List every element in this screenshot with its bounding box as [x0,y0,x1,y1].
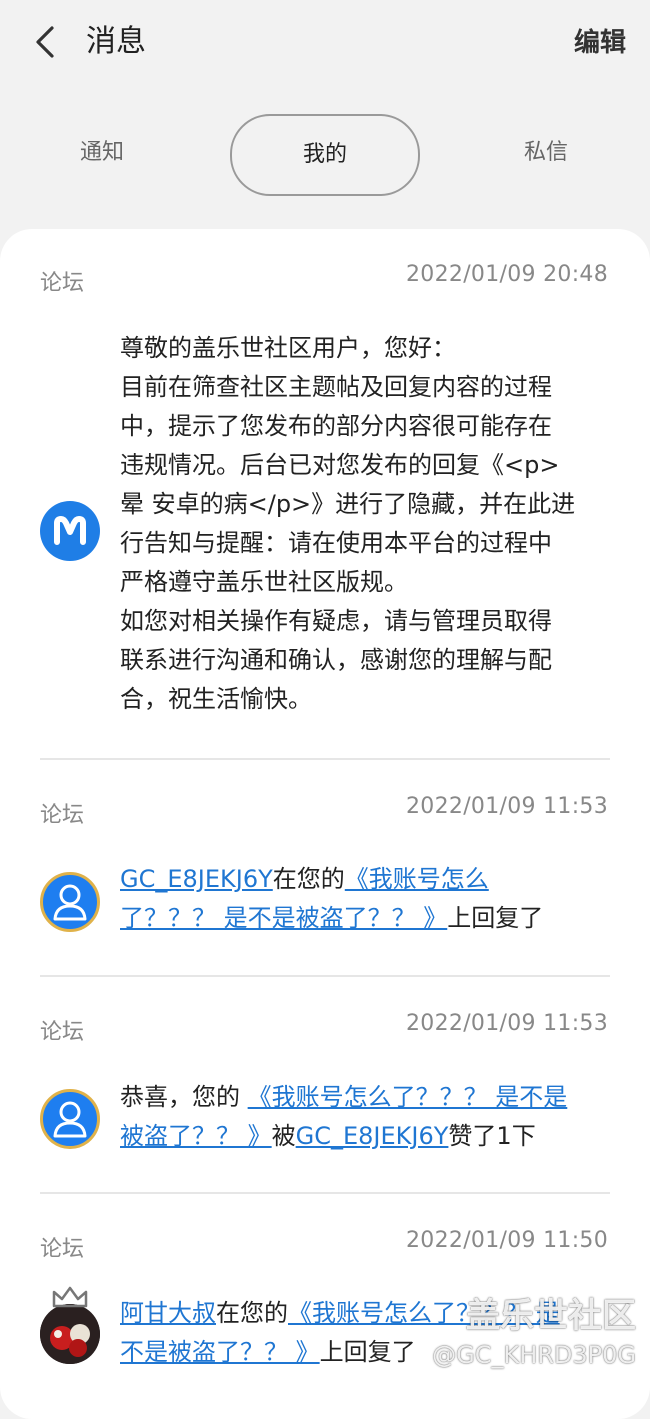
user-avatar-icon[interactable] [40,872,100,932]
crown-icon [52,1286,88,1308]
message-body: GC_E8JEKJ6Y在您的《我账号怎么 了？？？ 是不是被盗了？？ 》上回复了 [120,860,610,938]
message-time: 2022/01/09 11:53 [406,794,608,819]
message-text: 上回复了 [447,904,544,932]
post-link[interactable]: 《我账号怎么了？？？ 是不是 [248,1083,568,1111]
message-line: 合，祝生活愉快。 [120,685,312,713]
message-time: 2022/01/09 11:53 [406,1011,608,1036]
message-line: 了？？？ 是不是被盗了？？ 》上回复了 [120,899,610,938]
watermark-user: @GC_KHRD3P0G [432,1341,636,1369]
message-line: GC_E8JEKJ6Y在您的《我账号怎么 [120,860,610,899]
message-line: 中，提示了您发布的部分内容很可能存在 [120,412,552,440]
message-text: 恭喜，您的 [120,1083,248,1111]
back-button[interactable] [28,22,68,62]
message-line: 目前在筛查社区主题帖及回复内容的过程 [120,373,552,401]
tab-bar: 通知 我的 私信 [0,114,650,196]
m-logo-icon [40,501,100,561]
tab-private-messages[interactable]: 私信 [486,114,606,192]
post-link[interactable]: 被盗了？？ 》 [120,1122,272,1150]
post-link[interactable]: 《我账号怎么 [345,865,489,893]
message-source: 论坛 [40,1237,85,1262]
message-line: 违规情况。后台已对您发布的回复《<p> [120,451,560,479]
list-item[interactable]: 论坛 2022/01/09 11:53 GC_E8JEKJ6Y在您的《我账号怎么… [0,760,650,975]
message-line: 尊敬的盖乐世社区用户，您好： [120,334,456,362]
tab-mine[interactable]: 我的 [230,114,420,196]
post-link[interactable]: 不是被盗了？？ 》 [120,1338,320,1366]
message-source: 论坛 [40,1020,85,1045]
message-time: 2022/01/09 20:48 [406,262,608,287]
message-line: 联系进行沟通和确认，感谢您的理解与配 [120,646,552,674]
message-source: 论坛 [40,803,85,828]
message-text: 在您的 [272,865,345,893]
watermark: 盖乐世社区 @GC_KHRD3P0G [432,1294,636,1372]
message-line: 行告知与提醒：请在使用本平台的过程中 [120,529,552,557]
message-line: 被盗了？？ 》被GC_E8JEKJ6Y赞了1下 [120,1117,610,1156]
tab-notifications[interactable]: 通知 [42,114,162,192]
chevron-left-icon [36,26,54,58]
list-item[interactable]: 论坛 2022/01/09 11:53 恭喜，您的 《我账号怎么了？？？ 是不是… [0,977,650,1192]
message-source: 论坛 [40,271,85,296]
message-line: 晕 安卓的病</p>》进行了隐藏，并在此进 [120,490,576,518]
post-link[interactable]: 了？？？ 是不是被盗了？？ 》 [120,904,447,932]
user-link[interactable]: GC_E8JEKJ6Y [120,865,273,893]
message-list: 论坛 2022/01/09 20:48 尊敬的盖乐世社区用户，您好： 目前在筛查… [0,229,650,1419]
message-text: 在您的 [216,1299,288,1327]
message-time: 2022/01/09 11:50 [406,1228,608,1253]
photo-avatar[interactable] [40,1304,100,1364]
list-item[interactable]: 论坛 2022/01/09 20:48 尊敬的盖乐世社区用户，您好： 目前在筛查… [0,229,650,759]
message-text: 上回复了 [319,1338,416,1366]
user-link[interactable]: GC_E8JEKJ6Y [296,1122,449,1150]
page-title: 消息 [86,24,146,59]
edit-button[interactable]: 编辑 [574,24,626,62]
user-avatar-icon[interactable] [40,1089,100,1149]
message-body: 尊敬的盖乐世社区用户，您好： 目前在筛查社区主题帖及回复内容的过程 中，提示了您… [120,329,610,719]
message-line: 如您对相关操作有疑虑，请与管理员取得 [120,607,552,635]
message-text: 赞了1下 [448,1122,536,1150]
message-text: 被 [271,1122,296,1150]
message-line: 严格遵守盖乐世社区版规。 [120,568,408,596]
user-link[interactable]: 阿甘大叔 [120,1299,216,1327]
watermark-brand: 盖乐世社区 [466,1296,636,1336]
message-line: 恭喜，您的 《我账号怎么了？？？ 是不是 [120,1078,610,1117]
top-bar: 消息 编辑 [0,0,650,88]
message-body: 恭喜，您的 《我账号怎么了？？？ 是不是 被盗了？？ 》被GC_E8JEKJ6Y… [120,1078,610,1156]
